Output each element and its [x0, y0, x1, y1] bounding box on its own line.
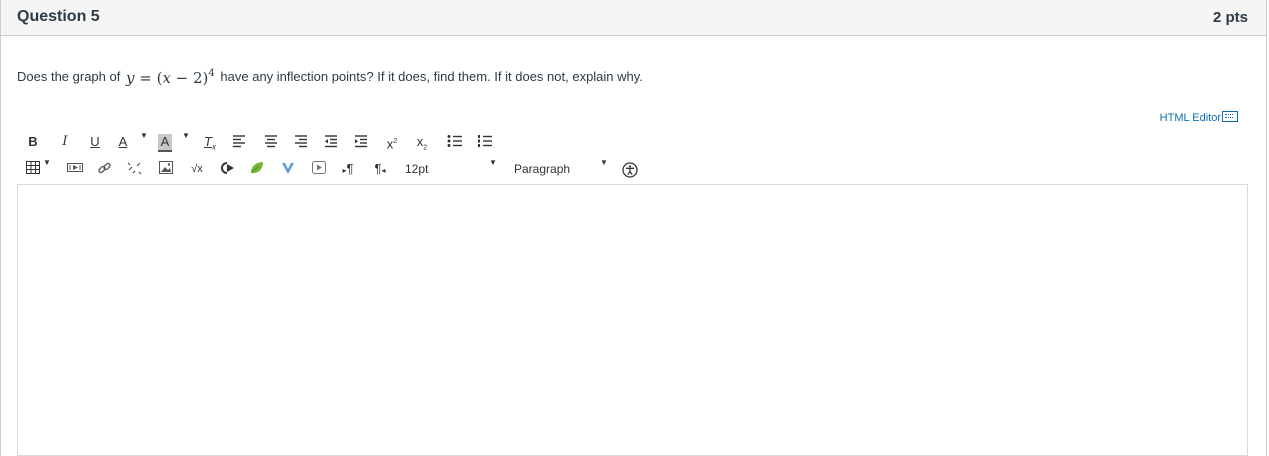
lti-tool-arrow-icon[interactable]: [219, 161, 235, 175]
table-icon[interactable]: [26, 161, 40, 174]
clear-formatting-button[interactable]: Tx: [203, 131, 217, 153]
indent-icon[interactable]: [354, 134, 368, 148]
text-color-caret-icon[interactable]: ▼: [140, 131, 148, 140]
question-text: Does the graph of y = (x − 2)4 have any …: [17, 60, 643, 92]
bullet-list-icon[interactable]: [447, 134, 463, 148]
question-points: 2 pts: [1212, 9, 1248, 26]
keyboard-icon: [1222, 111, 1238, 122]
leaf-icon[interactable]: [249, 161, 265, 175]
rtl-direction-button[interactable]: ¶◂: [372, 158, 388, 180]
question-text-after: have any inflection points? If it does, …: [220, 69, 643, 84]
subscript-button[interactable]: x2: [415, 131, 429, 153]
italic-button[interactable]: I: [59, 131, 71, 153]
superscript-button[interactable]: x2: [385, 131, 399, 153]
link-icon[interactable]: [97, 161, 112, 176]
media-v-icon[interactable]: [281, 161, 295, 175]
align-center-icon[interactable]: [264, 134, 278, 148]
background-color-button[interactable]: A: [158, 134, 172, 152]
block-format-caret-icon[interactable]: ▼: [600, 158, 608, 167]
outdent-icon[interactable]: [324, 134, 338, 148]
image-icon[interactable]: [159, 161, 173, 174]
unlink-icon[interactable]: [127, 161, 142, 176]
html-editor-toggle[interactable]: HTML Editor: [1160, 111, 1238, 124]
numbered-list-icon[interactable]: [477, 134, 493, 148]
question-text-before: Does the graph of: [17, 69, 121, 84]
rich-text-editor-area[interactable]: [17, 184, 1248, 456]
table-caret-icon[interactable]: ▼: [43, 158, 51, 167]
background-color-caret-icon[interactable]: ▼: [182, 131, 190, 140]
align-left-icon[interactable]: [232, 134, 246, 148]
text-color-button[interactable]: A: [116, 131, 130, 153]
accessibility-icon[interactable]: [622, 162, 638, 178]
question-panel: Question 5 2 pts Does the graph of y = (…: [0, 0, 1267, 456]
question-title: Question 5: [17, 8, 100, 25]
embed-media-icon[interactable]: [67, 161, 83, 173]
math-equation-button[interactable]: √x: [187, 158, 207, 180]
math-expression: y = (x − 2)4: [125, 68, 215, 87]
record-media-icon[interactable]: [312, 161, 326, 174]
font-size-caret-icon[interactable]: ▼: [489, 158, 497, 167]
underline-button[interactable]: U: [89, 131, 101, 153]
align-right-icon[interactable]: [294, 134, 308, 148]
ltr-direction-button[interactable]: ▸¶: [341, 158, 355, 180]
question-header: Question 5 2 pts: [1, 0, 1266, 36]
bold-button[interactable]: B: [27, 131, 39, 153]
font-size-select[interactable]: 12pt: [405, 158, 428, 180]
block-format-select[interactable]: Paragraph: [514, 158, 570, 180]
